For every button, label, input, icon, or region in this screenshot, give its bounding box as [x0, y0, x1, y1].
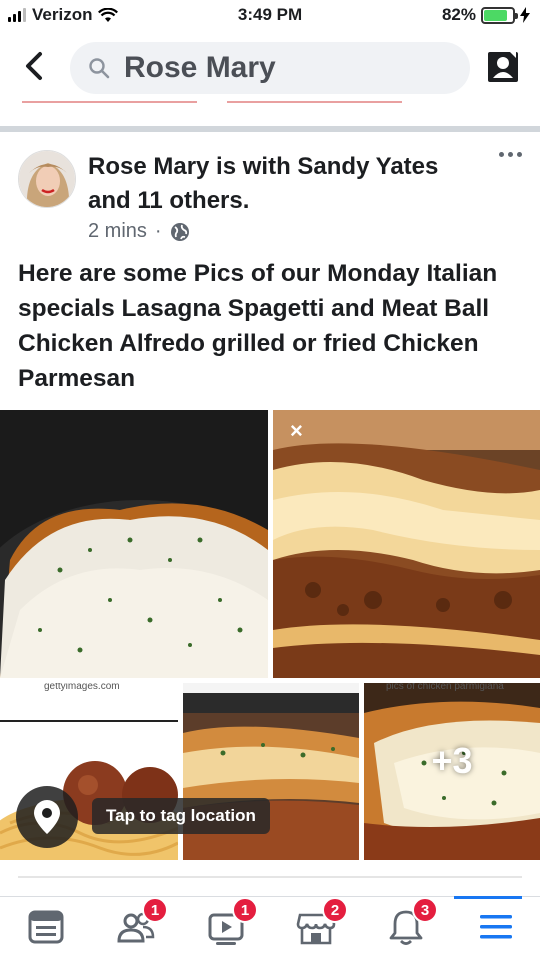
close-icon[interactable]: × — [290, 418, 303, 444]
previous-post-edge — [22, 101, 402, 105]
friends-badge: 1 — [142, 897, 168, 923]
watch-badge: 1 — [232, 897, 258, 923]
profile-button[interactable] — [484, 48, 522, 86]
more-photos-count[interactable]: +3 — [364, 683, 540, 860]
active-tab-indicator — [454, 896, 522, 899]
meta-separator: · — [154, 220, 162, 242]
post-time[interactable]: 2 mins — [88, 220, 147, 243]
charging-icon — [520, 7, 530, 23]
status-right: 82% — [442, 5, 530, 25]
news-feed-icon — [28, 910, 64, 944]
nav-marketplace[interactable]: 2 — [296, 897, 348, 947]
menu-icon — [480, 915, 512, 939]
reaction-bar-edge — [18, 876, 522, 878]
globe-icon — [170, 222, 189, 241]
battery-icon — [481, 6, 518, 24]
search-query: Rose Mary — [124, 51, 276, 84]
back-button[interactable] — [18, 48, 50, 84]
post-options-button[interactable] — [499, 152, 522, 157]
search-icon — [89, 58, 110, 79]
notifications-badge: 3 — [412, 897, 438, 923]
search-input[interactable]: Rose Mary — [70, 42, 470, 94]
nav-watch[interactable]: 1 — [206, 897, 258, 947]
avatar[interactable] — [18, 150, 76, 208]
nav-news-feed[interactable] — [26, 907, 66, 947]
nav-notifications[interactable]: 3 — [386, 897, 438, 947]
chevron-left-icon — [26, 52, 42, 80]
search-header: Rose Mary — [0, 32, 540, 102]
battery-percent: 82% — [441, 5, 476, 24]
marketplace-badge: 2 — [322, 897, 348, 923]
post-separator — [0, 126, 540, 132]
photo-chicken-parmesan[interactable] — [0, 410, 268, 678]
profile-card-icon — [488, 52, 518, 82]
avatar-image — [19, 151, 75, 207]
watermark-getty: gettyimages.com — [44, 683, 120, 692]
bottom-nav: 1 1 2 3 — [0, 896, 540, 960]
nav-friends[interactable]: 1 — [116, 897, 168, 947]
post-author-line[interactable]: Rose Mary is with Sandy Yates and 11 oth… — [88, 150, 448, 218]
location-pin-icon — [34, 800, 60, 834]
location-pin-button[interactable] — [16, 786, 78, 848]
status-bar: Verizon 3:49 PM 82% — [0, 0, 540, 32]
photo-lasagna-closeup[interactable] — [273, 410, 540, 678]
tag-location-button[interactable]: Tap to tag location — [92, 798, 270, 834]
post-text: Here are some Pics of our Monday Italian… — [18, 260, 498, 392]
nav-menu[interactable] — [476, 907, 516, 947]
post-meta: 2 mins · — [88, 220, 190, 243]
